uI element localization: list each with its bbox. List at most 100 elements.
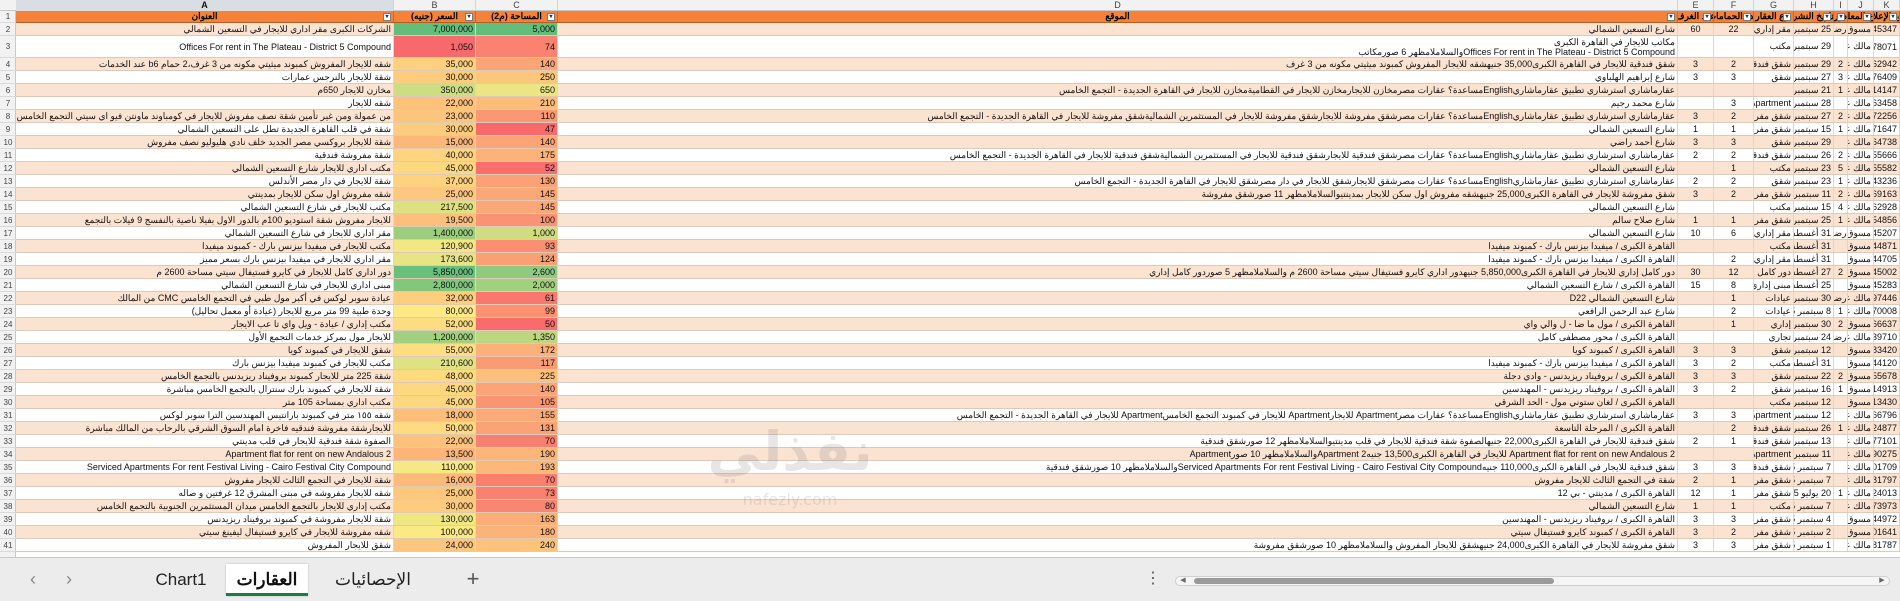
table-row[interactable]: للايجار مول بمركز خدمات التجمع الأول 1,20… [16,331,1900,344]
cell-baths[interactable]: 1 [1714,214,1754,226]
cell-code[interactable]: EG-5945347 [1874,23,1900,35]
cell-location[interactable]: عقارماشاري استرشاري تطبيق عقارماشاريEngl… [558,110,1678,122]
scroll-right-icon[interactable]: ▶ [1877,577,1887,585]
cell-code[interactable]: EG-6301709 [1874,461,1900,473]
cell-floor[interactable] [1834,357,1848,369]
table-row[interactable]: شقة للايجار بروكسي مصر الجديد خلف نادي ه… [16,136,1900,149]
cell-area[interactable]: 172 [476,344,558,356]
row-number[interactable]: 36 [0,474,16,487]
cell-baths[interactable]: 3 [1714,513,1754,525]
cell-code[interactable]: EG-6313430 [1874,396,1900,408]
cell-floor[interactable] [1834,435,1848,447]
cell-adv[interactable]: مسوق عقاري [1848,370,1874,382]
cell-baths[interactable]: 22 [1714,23,1754,35]
row-number[interactable]: 19 [0,253,16,266]
cell-floor[interactable]: 5 [1834,162,1848,174]
row-number[interactable]: 33 [0,435,16,448]
cell-baths[interactable]: 1 [1714,500,1754,512]
cell-area[interactable]: 2,600 [476,266,558,278]
row-number[interactable]: 27 [0,357,16,370]
cell-type[interactable] [1754,84,1794,96]
table-row[interactable]: مبنى اداري للايجار في شارع التسعين الشما… [16,279,1900,292]
cell-floor[interactable] [1834,526,1848,538]
cell-baths[interactable] [1714,396,1754,408]
table-row[interactable]: شقه مفروش اول سكن للايجار بمدينتي 25,000 1… [16,188,1900,201]
cell-type[interactable]: مكتب [1754,201,1794,213]
cell-floor[interactable] [1834,97,1848,109]
cell-rooms[interactable] [1678,201,1714,213]
cell-adv[interactable]: مالك عقار [1848,305,1874,317]
cell-adv[interactable]: مالك عقار [1848,500,1874,512]
cell-date[interactable]: 16 سبتمبر 2025 [1794,383,1834,395]
table-row[interactable]: دور اداري كامل للايجار في كايرو فستيفال … [16,266,1900,279]
cell-area[interactable]: 50 [476,318,558,330]
cell-type[interactable]: شقق [1754,383,1794,395]
cell-title[interactable]: مخازن للايجار 650م [16,84,394,96]
cell-adv[interactable]: مسوق عقاري [1848,266,1874,278]
cell-date[interactable]: 31 أغسطس 2025 [1794,227,1834,239]
cell-date[interactable]: 12 سبتمبر 2025 [1794,344,1834,356]
cell-area[interactable]: 2,000 [476,279,558,291]
cell-date[interactable]: 30 سبتمبر 2025 [1794,292,1834,304]
cell-floor[interactable]: 1 [1834,383,1848,395]
cell-type[interactable]: شقق [1754,344,1794,356]
cell-floor[interactable]: 2 [1834,110,1848,122]
cell-price[interactable]: 7,000,000 [394,23,476,35]
cell-floor[interactable] [1834,136,1848,148]
cell-type[interactable]: مقر إداري [1754,253,1794,265]
cell-title[interactable]: مكتب للايجار في كمبوند ميفيدا بيزنس بارك [16,357,394,369]
cell-adv[interactable]: مالك عقار [1848,201,1874,213]
cell-code[interactable]: EG-6124013 [1874,487,1900,499]
cell-rooms[interactable]: 2 [1678,149,1714,161]
cell-adv[interactable]: مسوق عقاري [1848,396,1874,408]
table-row[interactable]: شقة للايجار في كمبوند بارك سنترال بالتجم… [16,383,1900,396]
tab-statistics[interactable]: الإحصائيات [318,564,428,596]
cell-floor[interactable]: 2 [1834,188,1848,200]
cell-title[interactable]: الشركات الكبرى مقر اداري للايجار في التس… [16,23,394,35]
horizontal-scrollbar[interactable]: ◀ ▶ [1175,576,1890,586]
cell-date[interactable]: 23 سبتمبر 2025 [1794,162,1834,174]
cell-date[interactable]: 29 سبتمبر 2025 [1794,58,1834,70]
cell-rooms[interactable]: 2 [1678,474,1714,486]
cell-date[interactable]: 27 سبتمبر 2025 [1794,110,1834,122]
cell-price[interactable]: 22,000 [394,97,476,109]
row-number[interactable]: 24 [0,318,16,331]
cell-floor[interactable]: الارضي [1834,227,1848,239]
column-letter-j[interactable]: J [1848,0,1874,11]
cell-adv[interactable]: مالك عقار [1848,435,1874,447]
cell-type[interactable]: عيادات [1754,305,1794,317]
cell-baths[interactable]: 2 [1714,253,1754,265]
cell-area[interactable]: 210 [476,97,558,109]
cell-adv[interactable]: مسوق عقاري [1848,279,1874,291]
cell-code[interactable]: EG-6290275 [1874,448,1900,460]
row-number[interactable]: 5 [0,71,16,84]
row-number[interactable]: 16 [0,214,16,227]
cell-price[interactable]: 25,000 [394,188,476,200]
cell-title[interactable]: شقه للايجار [16,97,394,109]
column-header-floor[interactable]: دور▾ [1834,11,1848,22]
table-row[interactable]: شقه ١٥٥ متر في كمبوند بارانتيس المهندسين… [16,409,1900,422]
cell-date[interactable]: 31 أغسطس 2025 [1794,357,1834,369]
row-number[interactable]: 14 [0,188,16,201]
cell-rooms[interactable] [1678,305,1714,317]
cell-type[interactable]: شقق مفروشة [1754,474,1794,486]
cell-location[interactable]: القاهرة الكبرى / كمبوند كويا [558,344,1678,356]
cell-title[interactable]: مكتب للايجار في شارع التسعين الشمالي [16,201,394,213]
cell-price[interactable]: 48,000 [394,370,476,382]
filter-dropdown-icon[interactable]: ▾ [1837,13,1845,21]
cell-baths[interactable]: 1 [1714,487,1754,499]
cell-type[interactable]: شقق فندقية [1754,435,1794,447]
cell-area[interactable]: 52 [476,162,558,174]
row-number[interactable]: 13 [0,175,16,188]
cell-code[interactable]: EG-6297446 [1874,292,1900,304]
cell-title[interactable]: من عمولة ومن غير تأمين شقة نصف مفروش للا… [16,110,394,122]
cell-price[interactable]: 52,000 [394,318,476,330]
row-number[interactable]: 23 [0,305,16,318]
cell-location[interactable]: شارع التسعين الشمالي [558,123,1678,135]
cell-baths[interactable] [1714,84,1754,96]
cell-price[interactable]: 18,000 [394,409,476,421]
cell-date[interactable]: 7 سبتمبر 2025 [1794,461,1834,473]
cell-date[interactable]: 26 سبتمبر 2025 [1794,149,1834,161]
cell-price[interactable]: 210,600 [394,357,476,369]
cell-location[interactable]: القاهرة الكبرى / ميفيدا بيزنس بارك - كمب… [558,240,1678,252]
